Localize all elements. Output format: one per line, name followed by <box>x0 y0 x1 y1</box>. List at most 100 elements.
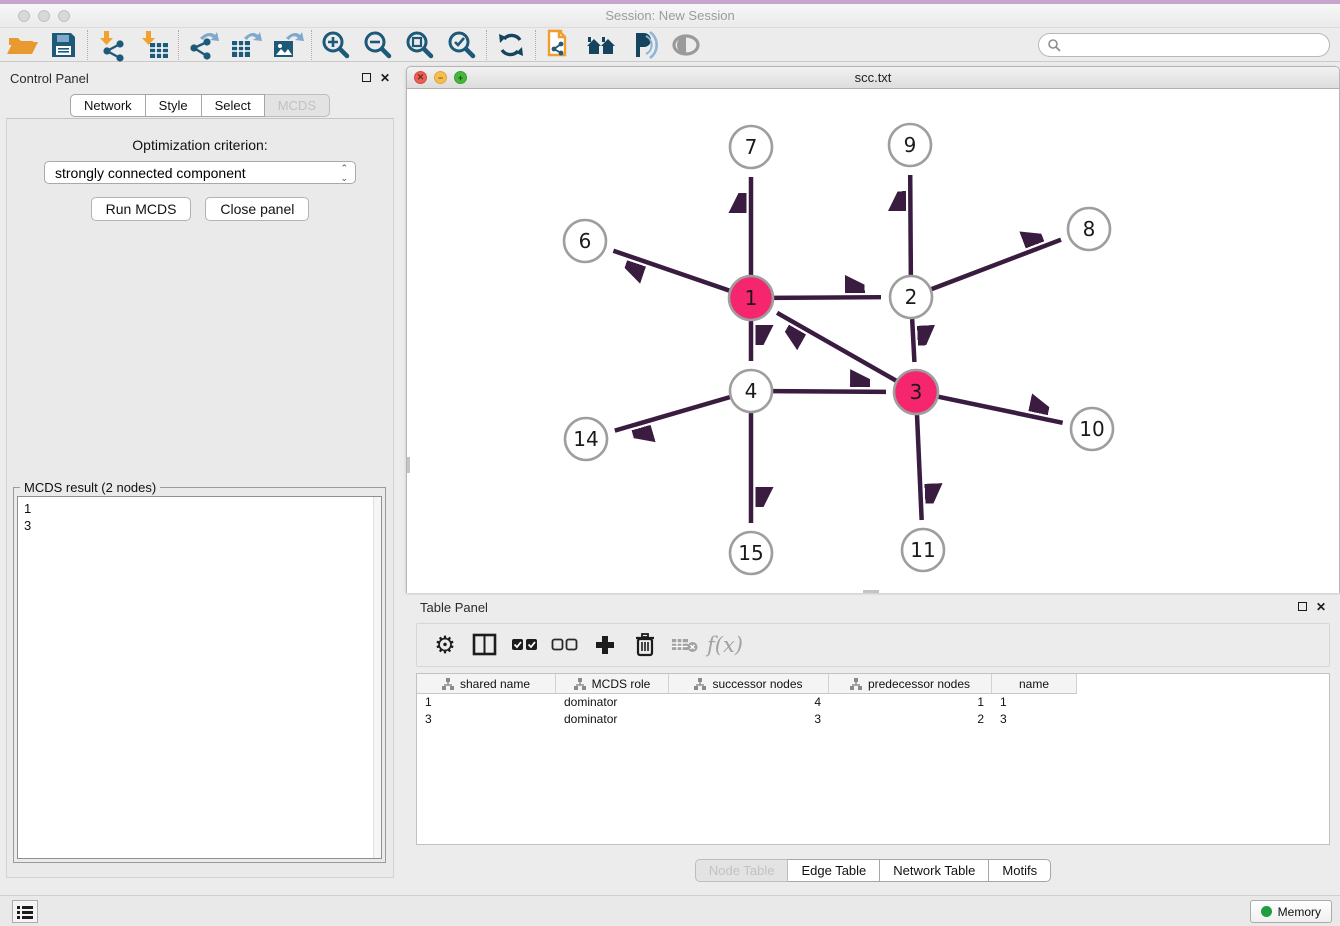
result-scrollbar[interactable] <box>373 497 381 858</box>
mcds-result-group: MCDS result (2 nodes) 1 3 <box>13 487 386 863</box>
search-icon <box>1047 38 1061 52</box>
float-table-panel-icon[interactable] <box>1298 600 1307 614</box>
graph-edge-4-14[interactable] <box>615 397 730 430</box>
hide-panel-icon[interactable] <box>623 29 665 61</box>
tab-motifs[interactable]: Motifs <box>989 859 1051 882</box>
toolbar-separator <box>87 30 88 60</box>
table-cell[interactable]: dominator <box>556 694 669 711</box>
gear-icon[interactable]: ⚙ <box>427 627 463 663</box>
graph-edge-4-3[interactable] <box>773 391 886 392</box>
toolbar-separator <box>178 30 179 60</box>
column-header-successor-nodes[interactable]: successor nodes <box>669 674 829 694</box>
control-panel-tabs: Network Style Select MCDS <box>0 94 400 117</box>
column-header-MCDS-role[interactable]: MCDS role <box>556 674 669 694</box>
network-graph[interactable]: 7968124314101511 <box>407 89 1339 593</box>
save-session-icon[interactable] <box>42 29 84 61</box>
table-cell[interactable]: 3 <box>992 711 1077 728</box>
tab-mcds[interactable]: MCDS <box>265 94 330 117</box>
export-image-icon[interactable] <box>266 29 308 61</box>
add-icon[interactable] <box>587 627 623 663</box>
table-cell[interactable]: 2 <box>829 711 992 728</box>
zoom-fit-icon[interactable] <box>399 29 441 61</box>
close-panel-button[interactable]: Close panel <box>205 197 309 221</box>
column-header-shared-name[interactable]: shared name <box>417 674 556 694</box>
column-tree-icon <box>442 678 454 690</box>
table-body: 1dominator4113dominator323 <box>417 694 1329 728</box>
export-table-icon[interactable] <box>224 29 266 61</box>
open-session-icon[interactable] <box>0 29 42 61</box>
table-cell[interactable]: 1 <box>417 694 556 711</box>
control-panel-title: Control Panel <box>10 71 89 86</box>
select-all-icon[interactable] <box>507 627 543 663</box>
column-header-name[interactable]: name <box>992 674 1077 694</box>
graph-edge-3-10[interactable] <box>938 397 1063 423</box>
memory-button[interactable]: Memory <box>1250 900 1332 923</box>
zoom-out-icon[interactable] <box>357 29 399 61</box>
home-view-icon[interactable] <box>581 29 623 61</box>
graph-node-label-8: 8 <box>1083 217 1096 241</box>
network-document-icon[interactable] <box>539 29 581 61</box>
table-cell[interactable]: 3 <box>417 711 556 728</box>
table-cell[interactable]: 4 <box>669 694 829 711</box>
import-table-icon[interactable] <box>133 29 175 61</box>
graph-edge-1-6[interactable] <box>613 251 730 291</box>
graph-edge-2-8[interactable] <box>932 240 1061 289</box>
zoom-in-icon[interactable] <box>315 29 357 61</box>
columns-icon[interactable] <box>467 627 503 663</box>
eye-icon[interactable] <box>665 29 707 61</box>
node-table[interactable]: shared nameMCDS role successor nodes prede… <box>416 673 1330 845</box>
refresh-icon[interactable] <box>490 29 532 61</box>
horizontal-scroll-nub[interactable] <box>863 590 879 593</box>
table-cell[interactable]: 1 <box>829 694 992 711</box>
column-tree-icon <box>850 678 862 690</box>
tab-style[interactable]: Style <box>146 94 202 117</box>
network-window-titlebar[interactable]: ✕ − + scc.txt <box>407 67 1339 89</box>
graph-edge-2-9[interactable] <box>910 175 911 275</box>
close-panel-icon[interactable]: ✕ <box>380 71 390 85</box>
control-panel: Control Panel ✕ Network Style Select MCD… <box>0 66 400 892</box>
table-cell[interactable]: 1 <box>992 694 1077 711</box>
tab-network-table[interactable]: Network Table <box>880 859 989 882</box>
table-toolbar: ⚙ f(x) <box>416 623 1330 667</box>
graph-node-label-4: 4 <box>745 379 758 403</box>
run-mcds-button[interactable]: Run MCDS <box>91 197 192 221</box>
column-header-predecessor-nodes[interactable]: predecessor nodes <box>829 674 992 694</box>
optimization-criterion-label: Optimization criterion: <box>7 137 393 153</box>
graph-edge-3-1[interactable] <box>777 313 897 381</box>
table-row[interactable]: 3dominator323 <box>417 711 1329 728</box>
vertical-scroll-nub[interactable] <box>407 457 410 473</box>
network-canvas[interactable]: 7968124314101511 <box>407 89 1339 593</box>
search-input[interactable] <box>1061 38 1311 52</box>
export-network-icon[interactable] <box>182 29 224 61</box>
graph-node-label-7: 7 <box>745 135 758 159</box>
float-panel-icon[interactable] <box>362 71 371 85</box>
graph-edge-3-11[interactable] <box>917 414 922 520</box>
deselect-all-icon[interactable] <box>547 627 583 663</box>
chevron-updown-icon: ⌃⌄ <box>340 163 348 183</box>
tab-select[interactable]: Select <box>202 94 265 117</box>
graph-edge-1-2[interactable] <box>773 297 881 298</box>
memory-label: Memory <box>1278 905 1321 919</box>
delete-table-icon[interactable] <box>667 627 703 663</box>
criterion-dropdown[interactable]: strongly connected component ⌃⌄ <box>44 161 356 184</box>
table-row[interactable]: 1dominator411 <box>417 694 1329 711</box>
tab-network[interactable]: Network <box>70 94 146 117</box>
toolbar-separator <box>486 30 487 60</box>
toolbar-separator <box>311 30 312 60</box>
search-field[interactable] <box>1038 33 1330 57</box>
graph-edge-2-3[interactable] <box>912 319 914 362</box>
tab-edge-table[interactable]: Edge Table <box>788 859 880 882</box>
mcds-result-text[interactable]: 1 3 <box>17 496 382 859</box>
close-table-panel-icon[interactable]: ✕ <box>1316 600 1326 614</box>
column-label: successor nodes <box>712 677 802 691</box>
task-history-button[interactable] <box>12 900 38 923</box>
import-network-icon[interactable] <box>91 29 133 61</box>
tab-node-table[interactable]: Node Table <box>695 859 789 882</box>
table-cell[interactable]: 3 <box>669 711 829 728</box>
status-bar: Memory <box>0 895 1340 926</box>
delete-icon[interactable] <box>627 627 663 663</box>
function-builder-icon[interactable]: f(x) <box>707 627 743 663</box>
zoom-selected-icon[interactable] <box>441 29 483 61</box>
table-tabs: Node Table Edge Table Network Table Moti… <box>406 859 1340 882</box>
table-cell[interactable]: dominator <box>556 711 669 728</box>
